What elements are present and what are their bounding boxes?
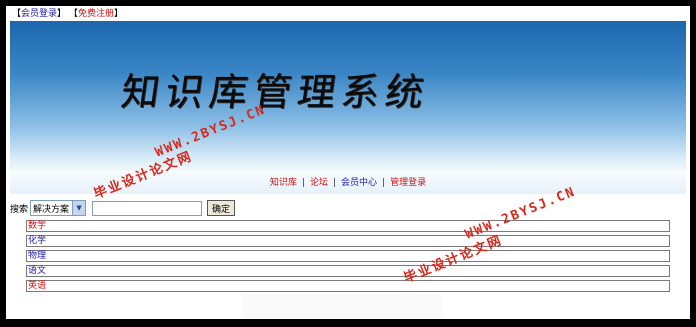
banner: 知识库管理系统 — [10, 21, 686, 171]
nav-item-admin-login[interactable]: 管理登录 — [390, 178, 426, 188]
search-row: 搜索 解决方案 ▼ 确定 — [10, 199, 236, 217]
search-input[interactable] — [92, 200, 203, 216]
category-list: 数学 化学 物理 语文 英语 — [26, 217, 670, 292]
category-row-chinese[interactable]: 语文 — [26, 265, 670, 277]
nav-item-knowledge-base[interactable]: 知识库 — [270, 178, 297, 188]
footer-strip — [241, 294, 441, 319]
category-row-math[interactable]: 数学 — [26, 220, 670, 232]
category-link[interactable]: 化学 — [28, 236, 46, 246]
bracket-open: 【 — [68, 9, 78, 19]
top-links: 【会员登录】 【免费注册】 — [12, 8, 123, 20]
free-register-link[interactable]: 免费注册 — [78, 9, 114, 19]
category-row-physics[interactable]: 物理 — [26, 250, 670, 262]
search-type-select[interactable]: 解决方案 ▼ — [30, 200, 87, 216]
category-link[interactable]: 数学 — [28, 221, 46, 231]
category-link[interactable]: 物理 — [28, 251, 46, 261]
member-login-link[interactable]: 会员登录 — [21, 9, 57, 19]
bracket-close: 】 — [113, 9, 123, 19]
nav-item-member-center[interactable]: 会员中心 — [341, 178, 377, 188]
page: 【会员登录】 【免费注册】 知识库管理系统 知识库 | 论坛 | 会员中心 | 管理登录 搜… — [6, 6, 690, 319]
nav-item-forum[interactable]: 论坛 — [310, 178, 328, 188]
nav-separator: | — [332, 178, 337, 188]
nav-separator: | — [301, 178, 305, 188]
search-label: 搜索 — [10, 204, 29, 215]
bracket-close: 】 — [57, 9, 67, 19]
category-link[interactable]: 语文 — [28, 266, 46, 276]
banner-title: 知识库管理系统 — [118, 70, 433, 114]
nav-separator: | — [382, 178, 386, 188]
category-row-english[interactable]: 英语 — [26, 280, 670, 292]
category-row-chemistry[interactable]: 化学 — [26, 235, 670, 247]
category-link[interactable]: 英语 — [28, 281, 46, 291]
search-type-selected: 解决方案 — [33, 204, 70, 215]
chevron-down-icon[interactable]: ▼ — [72, 201, 86, 215]
confirm-button[interactable]: 确定 — [207, 200, 236, 216]
bracket-open: 【 — [12, 9, 22, 19]
